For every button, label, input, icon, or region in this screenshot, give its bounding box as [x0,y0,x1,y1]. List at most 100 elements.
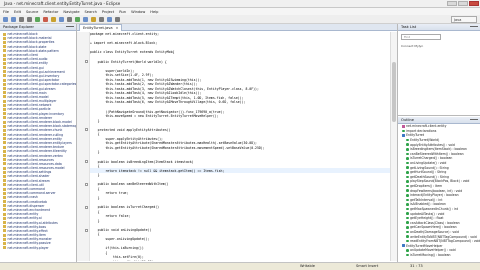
toolbar-button-icon[interactable] [19,17,24,22]
package-explorer-header[interactable]: Package Explorer [0,24,76,31]
outline-item-label: isBreedingItem(ItemStack) : boolean [410,147,467,152]
menu-window[interactable]: Window [131,10,145,14]
outline-item[interactable]: writeEntityToNBT(NBTTagCompound) : void [398,234,480,239]
method-icon [406,230,409,234]
view-menu-icon[interactable] [470,26,478,29]
perspective-switcher[interactable]: Java [451,16,477,23]
fold-toggle-icon[interactable] [85,160,88,164]
outline-item-label: getDeathSound() : String [410,174,449,179]
view-menu-icon[interactable] [470,119,478,122]
fold-toggle-icon[interactable] [85,128,88,132]
outline-item-label: getEyeHeight() : float [410,216,444,221]
toolbar-button-icon[interactable] [27,17,32,22]
method-icon [406,239,409,243]
package-icon [3,137,6,141]
menu-bar: File Edit Source Refactor Navigate Search Proj… [0,8,480,15]
tree-item[interactable]: net.minecraft.entity.player [0,246,76,250]
method-icon [406,193,409,197]
method-icon [406,180,409,183]
code-text: this.setHealth(20.0F); [90,260,155,261]
toolbar-button-icon[interactable] [83,17,88,22]
package-icon [3,162,6,166]
toolbar-button-icon[interactable] [43,17,48,22]
menu-source[interactable]: Source [26,10,38,14]
window-title: Java - net.minecraft.client.entity.Entit… [4,1,121,6]
task-list-title: Task List [401,25,417,29]
package-icon [3,70,6,74]
toolbar-button-icon[interactable] [115,17,120,22]
method-icon [406,249,409,252]
toolbar-button-icon[interactable] [3,17,8,22]
menu-run[interactable]: Run [119,10,126,14]
menu-file[interactable]: File [3,10,9,14]
close-button[interactable] [469,1,479,6]
toolbar-button-icon[interactable] [107,17,112,22]
menu-edit[interactable]: Edit [14,10,21,14]
menu-navigate[interactable]: Navigate [63,10,79,14]
package-icon [3,99,6,103]
maximize-button[interactable] [458,1,468,6]
outline-item-label: net.minecraft.client.entity [406,124,447,129]
toolbar-button-icon[interactable] [51,17,56,22]
toolbar-button-icon[interactable] [67,17,72,22]
menu-refactor[interactable]: Refactor [43,10,58,14]
line-gutter[interactable] [77,259,90,261]
outline-item-label: onUpdateMoveHelper() : void [410,248,456,253]
toolbar-button-icon[interactable] [11,17,16,22]
package-icon [3,174,6,178]
main-toolbar [0,15,480,24]
minimize-button[interactable] [447,1,457,6]
outline-item-label: dropFewItems(boolean, int) : void [410,188,463,193]
outline-header[interactable]: Outline [398,117,480,124]
fold-toggle-icon[interactable] [85,205,88,209]
outline-item[interactable]: playStepSound(BlockPos, Block) : void [398,179,480,184]
outline-item-label: canAttackClass(Class) : boolean [410,220,460,225]
task-list-header[interactable]: Task List [398,24,480,31]
right-panels: Task List Find Connect Mylyn Outline net… [398,24,480,262]
package-icon [3,120,6,124]
outline-title: Outline [401,118,415,122]
outline-item-label: interact(EntityPlayer) : boolean [410,193,459,198]
menu-search[interactable]: Search [85,10,97,14]
toolbar-button-icon[interactable] [91,17,96,22]
fold-toggle-icon[interactable] [85,60,88,64]
menu-help[interactable]: Help [150,10,158,14]
editor-tab[interactable]: EntityTurret.java × [79,24,122,31]
package-icon [3,246,6,250]
package-explorer-panel: Package Explorer net.minecraft.block net.… [0,24,77,262]
method-icon [406,212,409,215]
view-menu-icon[interactable] [66,26,74,29]
toolbar-button-icon[interactable] [35,17,40,22]
method-icon [406,189,409,192]
fold-toggle-icon[interactable] [85,183,88,187]
package-icon [3,53,6,57]
editor-scrollbar[interactable] [390,32,397,261]
method-icon [406,221,409,225]
toolbar-button-icon[interactable] [99,17,104,22]
outline-item[interactable]: isTurretMoving() : boolean [398,253,480,258]
fold-toggle-icon[interactable] [85,228,88,232]
status-cursor-position: 31 : 73 [410,264,423,268]
package-icon [3,208,6,212]
code-area[interactable]: package net.minecraft.client.entity; + im… [77,32,391,261]
package-icon [3,66,6,70]
outline-item-label: isAIEnabled() : boolean [410,202,446,207]
tree-item-label: net.minecraft.entity.player [7,245,49,250]
package-icon [3,179,6,183]
method-icon [402,129,405,133]
package-icon [3,200,6,204]
method-icon [406,138,409,142]
menu-project[interactable]: Project [102,10,114,14]
close-tab-icon[interactable]: × [116,25,119,31]
toolbar-button-icon[interactable] [59,17,64,22]
package-tree: net.minecraft.block net.minecraft.block.m… [0,31,76,250]
outline-item[interactable]: readEntityFromNBT(NBTTagCompound) : void [398,239,480,244]
connect-mylyn-link[interactable]: Connect Mylyn [401,44,477,48]
task-find-input[interactable]: Find [401,34,441,40]
outline-item-label: EntityTurretMoveHelper [406,243,443,248]
outline-item-label: playStepSound(BlockPos, Block) : void [410,179,470,184]
editor-scrollbar-thumb[interactable] [392,62,396,122]
toolbar-button-icon[interactable] [75,17,80,22]
package-icon [402,125,405,128]
code-line: this.setHealth(20.0F); [77,259,391,261]
